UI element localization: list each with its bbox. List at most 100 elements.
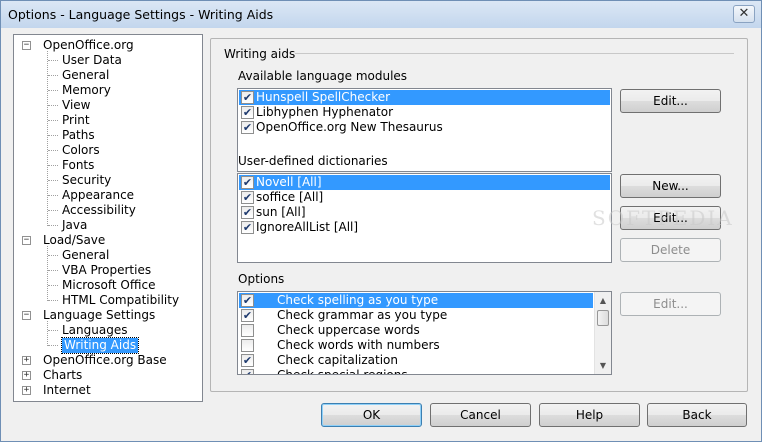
- scroll-thumb[interactable]: [597, 310, 609, 326]
- collapse-icon[interactable]: −: [22, 41, 31, 50]
- modules-edit-button[interactable]: Edit...: [620, 89, 721, 113]
- back-button[interactable]: Back: [647, 403, 747, 427]
- module-label: OpenOffice.org New Thesaurus: [256, 120, 443, 134]
- tree-guide-line: [47, 51, 48, 226]
- options-tree[interactable]: − OpenOffice.org User Data General Memory Vie…: [13, 34, 203, 402]
- tree-item[interactable]: General: [14, 248, 200, 263]
- option-label: Check capitalization: [277, 353, 398, 367]
- module-item[interactable]: ✔ OpenOffice.org New Thesaurus: [239, 120, 610, 135]
- tree-item[interactable]: VBA Properties: [14, 263, 200, 278]
- option-item[interactable]: ✔ Check special regions: [239, 368, 593, 374]
- checkbox-icon[interactable]: ✔: [241, 91, 254, 104]
- checkbox-icon[interactable]: ✔: [241, 369, 254, 374]
- collapse-icon[interactable]: −: [22, 236, 31, 245]
- checkbox-icon[interactable]: ✔: [241, 354, 254, 367]
- ok-button[interactable]: OK: [321, 403, 422, 427]
- tree-item[interactable]: Security: [14, 173, 200, 188]
- collapse-icon[interactable]: −: [22, 311, 31, 320]
- window-title: Options - Language Settings - Writing Ai…: [8, 7, 274, 22]
- option-label: Check spelling as you type: [277, 293, 439, 307]
- tree-item[interactable]: HTML Compatibility: [14, 293, 200, 308]
- checkbox-icon[interactable]: ✔: [241, 106, 254, 119]
- dictionary-item[interactable]: ✔ soffice [All]: [239, 190, 610, 205]
- checkbox-icon[interactable]: ✔: [241, 221, 254, 234]
- dictionary-label: soffice [All]: [256, 190, 324, 204]
- tree-item[interactable]: Writing Aids: [14, 337, 200, 354]
- tree-item[interactable]: Colors: [14, 143, 200, 158]
- checkbox-icon[interactable]: [241, 324, 254, 337]
- tree-item[interactable]: − Language Settings: [14, 308, 200, 323]
- options-edit-button[interactable]: Edit...: [620, 292, 721, 316]
- expand-icon[interactable]: +: [22, 356, 31, 365]
- scroll-down-icon[interactable]: ▼: [595, 357, 611, 374]
- title-bar[interactable]: Options - Language Settings - Writing Ai…: [1, 1, 761, 28]
- checkbox-icon[interactable]: ✔: [241, 206, 254, 219]
- tree-item-label: Internet: [43, 383, 91, 397]
- tree-item-label: General: [62, 248, 110, 262]
- tree-item[interactable]: + Charts: [14, 368, 200, 383]
- tree-item[interactable]: General: [14, 68, 200, 83]
- option-item[interactable]: Check words with numbers: [239, 338, 593, 353]
- tree-item[interactable]: Languages: [14, 323, 200, 338]
- checkbox-icon[interactable]: ✔: [241, 191, 254, 204]
- tree-item[interactable]: Print: [14, 113, 200, 128]
- tree-item[interactable]: User Data: [14, 53, 200, 68]
- tree-connector: [48, 225, 58, 226]
- close-icon[interactable]: ✕: [733, 5, 755, 23]
- checkbox-icon[interactable]: ✔: [241, 294, 254, 307]
- scroll-up-icon[interactable]: ▲: [595, 292, 611, 309]
- options-scrollbar[interactable]: ▲ ▼: [594, 292, 611, 374]
- option-item[interactable]: ✔ Check spelling as you type: [239, 293, 593, 308]
- tree-item[interactable]: Microsoft Office: [14, 278, 200, 293]
- tree-item[interactable]: Memory: [14, 83, 200, 98]
- tree-item-label: Appearance: [62, 188, 135, 202]
- tree-connector: [48, 105, 58, 106]
- options-label: Options: [238, 272, 285, 286]
- help-button[interactable]: Help: [539, 403, 640, 427]
- tree-item[interactable]: − Load/Save: [14, 233, 200, 248]
- checkbox-icon[interactable]: [241, 339, 254, 352]
- tree-guide-line: [47, 321, 48, 346]
- tree-connector: [48, 165, 58, 166]
- tree-connector: [48, 300, 58, 301]
- tree-item-label: HTML Compatibility: [62, 293, 180, 307]
- tree-item-label: Writing Aids: [60, 337, 140, 354]
- tree-item[interactable]: Paths: [14, 128, 200, 143]
- checkbox-icon[interactable]: ✔: [241, 176, 254, 189]
- tree-item-label: OpenOffice.org Base: [43, 353, 167, 367]
- module-item[interactable]: ✔ Libhyphen Hyphenator: [239, 105, 610, 120]
- tree-item[interactable]: Accessibility: [14, 203, 200, 218]
- checkbox-icon[interactable]: ✔: [241, 121, 254, 134]
- dictionary-item[interactable]: ✔ sun [All]: [239, 205, 610, 220]
- option-item[interactable]: ✔ Check grammar as you type: [239, 308, 593, 323]
- checkbox-icon[interactable]: ✔: [241, 309, 254, 322]
- tree-item[interactable]: + OpenOffice.org Base: [14, 353, 200, 368]
- tree-item-label: Java: [62, 218, 88, 232]
- tree-item-label: General: [62, 68, 110, 82]
- expand-icon[interactable]: +: [22, 386, 31, 395]
- tree-connector: [48, 120, 58, 121]
- dictionary-item[interactable]: ✔ IgnoreAllList [All]: [239, 220, 610, 235]
- dictionaries-list[interactable]: ✔ IgnoreAllList [All] ✔ sun [All] ✔ soffice […: [237, 173, 612, 263]
- tree-connector: [48, 195, 58, 196]
- dialog-client: − OpenOffice.org User Data General Memory Vie…: [2, 28, 760, 441]
- tree-item[interactable]: View: [14, 98, 200, 113]
- module-item[interactable]: ✔ Hunspell SpellChecker: [239, 90, 610, 105]
- expand-icon[interactable]: +: [22, 371, 31, 380]
- tree-item[interactable]: Java: [14, 218, 200, 233]
- tree-item[interactable]: Appearance: [14, 188, 200, 203]
- tree-item[interactable]: Fonts: [14, 158, 200, 173]
- tree-item[interactable]: + Internet: [14, 383, 200, 398]
- option-item[interactable]: ✔ Check capitalization: [239, 353, 593, 368]
- dictionary-new-button[interactable]: New...: [620, 174, 721, 198]
- dictionary-item[interactable]: ✔ Novell [All]: [239, 175, 610, 190]
- tree-item[interactable]: − OpenOffice.org: [14, 38, 200, 53]
- cancel-button[interactable]: Cancel: [430, 403, 531, 427]
- tree-connector: [48, 270, 58, 271]
- option-item[interactable]: Check uppercase words: [239, 323, 593, 338]
- tree-connector: [48, 345, 58, 346]
- tree-item-label: Load/Save: [43, 233, 106, 247]
- dictionary-delete-button[interactable]: Delete: [620, 238, 721, 262]
- options-list[interactable]: ✔ Check special regions ✔ Check capitalizat…: [237, 291, 612, 375]
- tree-item-label: User Data: [62, 53, 122, 67]
